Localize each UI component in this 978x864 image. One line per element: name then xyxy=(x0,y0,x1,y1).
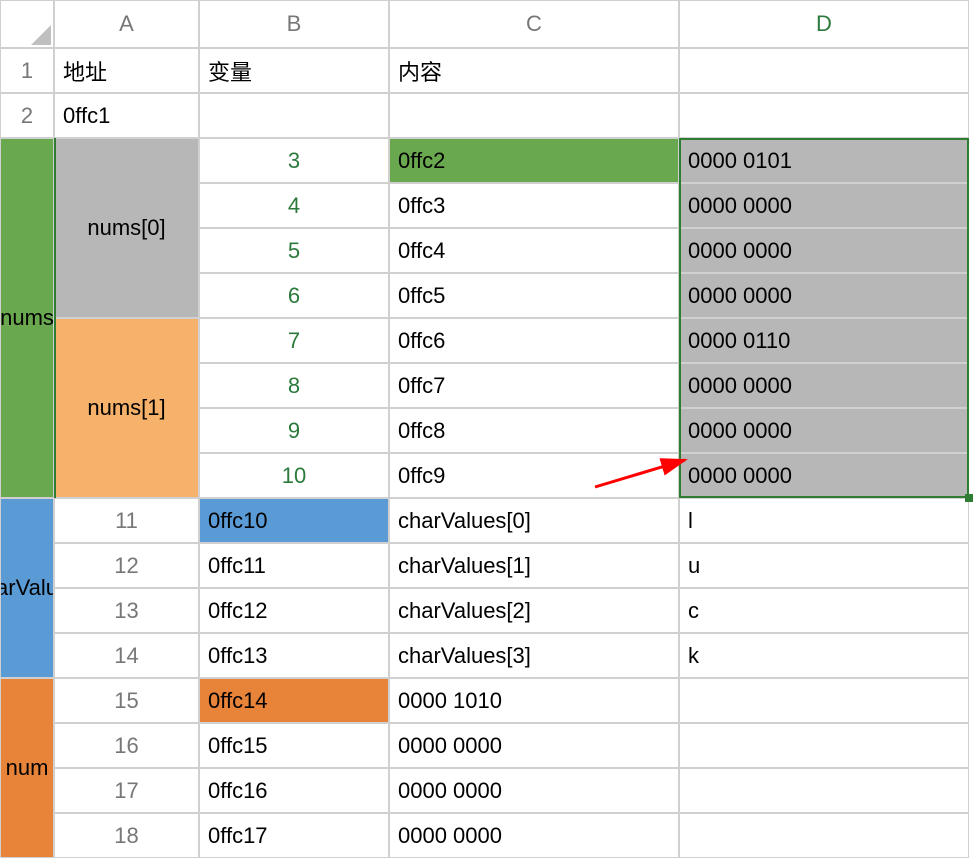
cell-B11-14-charValues[interactable]: charValues xyxy=(0,498,54,678)
cell-D7[interactable]: 0000 0110 xyxy=(679,318,969,363)
cell-A1[interactable]: 地址 xyxy=(54,48,199,93)
cell-A3[interactable]: 0ffc2 xyxy=(389,138,679,183)
cell-A10[interactable]: 0ffc9 xyxy=(389,453,679,498)
row-header-13[interactable]: 13 xyxy=(54,588,199,633)
cell-C15[interactable]: 0000 1010 xyxy=(389,678,679,723)
cell-A17[interactable]: 0ffc16 xyxy=(199,768,389,813)
cell-A13[interactable]: 0ffc12 xyxy=(199,588,389,633)
cell-A9[interactable]: 0ffc8 xyxy=(389,408,679,453)
cell-C12[interactable]: charValues[1] xyxy=(389,543,679,588)
cell-D9[interactable]: 0000 0000 xyxy=(679,408,969,453)
cell-D6[interactable]: 0000 0000 xyxy=(679,273,969,318)
row-header-3[interactable]: 3 xyxy=(199,138,389,183)
cell-D11[interactable]: l xyxy=(679,498,969,543)
cell-D2[interactable] xyxy=(679,93,969,138)
row-header-10[interactable]: 10 xyxy=(199,453,389,498)
row-header-16[interactable]: 16 xyxy=(54,723,199,768)
cell-D4[interactable]: 0000 0000 xyxy=(679,183,969,228)
cell-D10[interactable]: 0000 0000 xyxy=(679,453,969,498)
row-header-14[interactable]: 14 xyxy=(54,633,199,678)
cell-C3-6-nums0[interactable]: nums[0] xyxy=(54,138,199,318)
row-header-2[interactable]: 2 xyxy=(0,93,54,138)
cell-A11[interactable]: 0ffc10 xyxy=(199,498,389,543)
row-header-11[interactable]: 11 xyxy=(54,498,199,543)
cell-C18[interactable]: 0000 0000 xyxy=(389,813,679,858)
cell-D1[interactable] xyxy=(679,48,969,93)
cell-A12[interactable]: 0ffc11 xyxy=(199,543,389,588)
cell-B2[interactable] xyxy=(199,93,389,138)
cell-D8[interactable]: 0000 0000 xyxy=(679,363,969,408)
cell-A7[interactable]: 0ffc6 xyxy=(389,318,679,363)
row-header-5[interactable]: 5 xyxy=(199,228,389,273)
row-header-7[interactable]: 7 xyxy=(199,318,389,363)
row-header-4[interactable]: 4 xyxy=(199,183,389,228)
cell-D5[interactable]: 0000 0000 xyxy=(679,228,969,273)
spreadsheet-grid[interactable]: A B C D 1 地址 变量 内容 2 0ffc1 3 0ffc2 nums … xyxy=(0,0,978,858)
cell-D16[interactable] xyxy=(679,723,969,768)
cell-A2[interactable]: 0ffc1 xyxy=(54,93,199,138)
row-header-8[interactable]: 8 xyxy=(199,363,389,408)
cell-C2[interactable] xyxy=(389,93,679,138)
cell-D13[interactable]: c xyxy=(679,588,969,633)
cell-B1[interactable]: 变量 xyxy=(199,48,389,93)
cell-B3-10-nums[interactable]: nums xyxy=(0,138,54,498)
col-header-A[interactable]: A xyxy=(54,0,199,48)
cell-D3[interactable]: 0000 0101 xyxy=(679,138,969,183)
row-header-17[interactable]: 17 xyxy=(54,768,199,813)
cell-A4[interactable]: 0ffc3 xyxy=(389,183,679,228)
row-header-12[interactable]: 12 xyxy=(54,543,199,588)
cell-A8[interactable]: 0ffc7 xyxy=(389,363,679,408)
cell-A5[interactable]: 0ffc4 xyxy=(389,228,679,273)
row-header-18[interactable]: 18 xyxy=(54,813,199,858)
cell-D18[interactable] xyxy=(679,813,969,858)
col-header-B[interactable]: B xyxy=(199,0,389,48)
cell-A15[interactable]: 0ffc14 xyxy=(199,678,389,723)
row-header-15[interactable]: 15 xyxy=(54,678,199,723)
cell-C11[interactable]: charValues[0] xyxy=(389,498,679,543)
cell-C17[interactable]: 0000 0000 xyxy=(389,768,679,813)
cell-C16[interactable]: 0000 0000 xyxy=(389,723,679,768)
row-header-1[interactable]: 1 xyxy=(0,48,54,93)
cell-A16[interactable]: 0ffc15 xyxy=(199,723,389,768)
cell-B15-18-num[interactable]: num xyxy=(0,678,54,858)
cell-C13[interactable]: charValues[2] xyxy=(389,588,679,633)
row-header-6[interactable]: 6 xyxy=(199,273,389,318)
cell-A6[interactable]: 0ffc5 xyxy=(389,273,679,318)
cell-C14[interactable]: charValues[3] xyxy=(389,633,679,678)
col-header-C[interactable]: C xyxy=(389,0,679,48)
cell-D14[interactable]: k xyxy=(679,633,969,678)
row-header-9[interactable]: 9 xyxy=(199,408,389,453)
cell-D12[interactable]: u xyxy=(679,543,969,588)
row-selection-indicator xyxy=(54,138,56,498)
cell-D15[interactable] xyxy=(679,678,969,723)
select-all-corner[interactable] xyxy=(0,0,54,48)
cell-C7-10-nums1[interactable]: nums[1] xyxy=(54,318,199,498)
cell-D17[interactable] xyxy=(679,768,969,813)
cell-C1[interactable]: 内容 xyxy=(389,48,679,93)
cell-A18[interactable]: 0ffc17 xyxy=(199,813,389,858)
col-header-D[interactable]: D xyxy=(679,0,969,48)
cell-A14[interactable]: 0ffc13 xyxy=(199,633,389,678)
